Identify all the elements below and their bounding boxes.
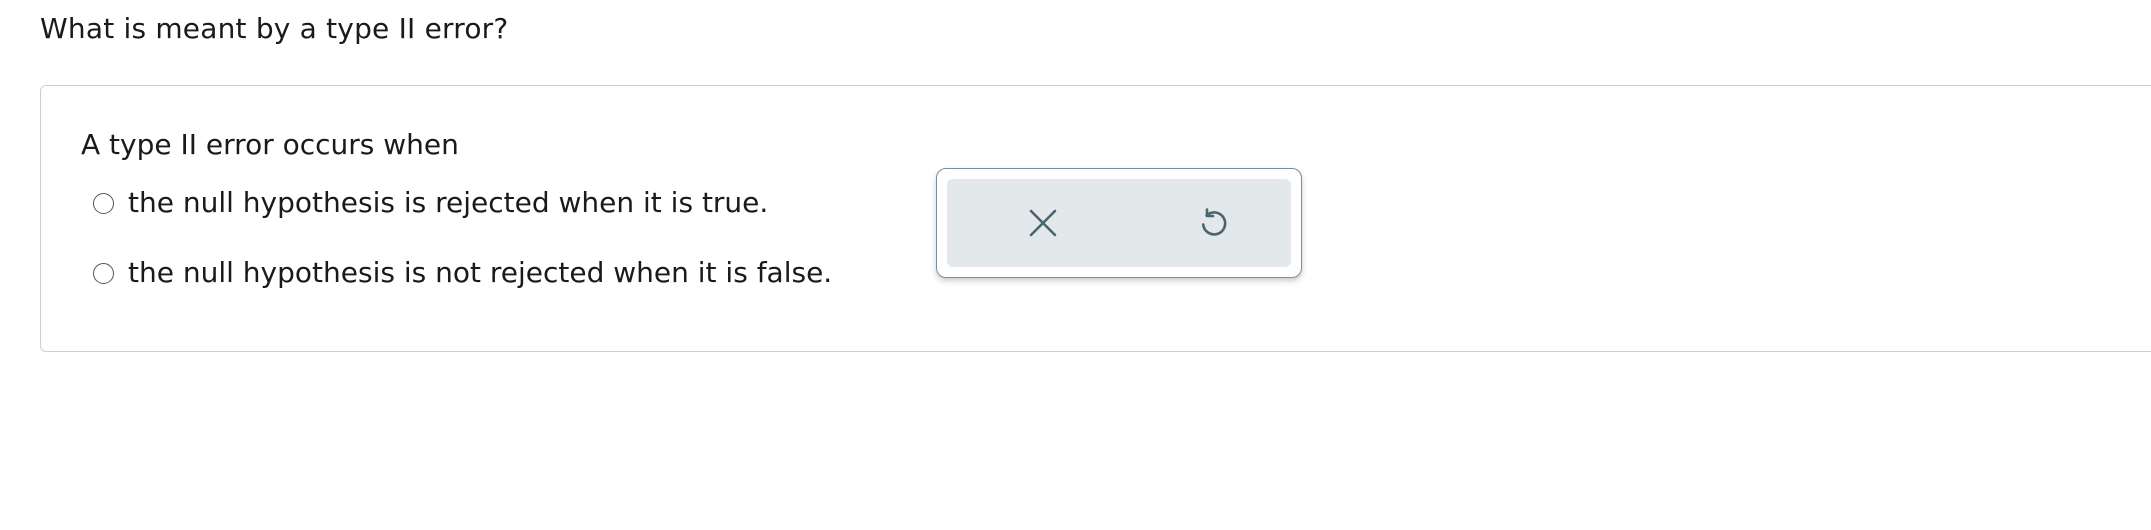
answer-option-rejected-when-true[interactable]: the null hypothesis is rejected when it … xyxy=(93,186,768,220)
close-icon xyxy=(1029,209,1057,237)
radio-button[interactable] xyxy=(93,192,114,214)
tool-popup xyxy=(936,168,1302,278)
answer-option-not-rejected-when-false[interactable]: the null hypothesis is not rejected when… xyxy=(93,256,832,290)
answer-prompt: A type II error occurs when xyxy=(81,128,459,161)
undo-button[interactable] xyxy=(1183,193,1243,253)
clear-button[interactable] xyxy=(1013,193,1073,253)
question-text: What is meant by a type II error? xyxy=(40,12,509,45)
tool-bar xyxy=(947,179,1291,267)
radio-button[interactable] xyxy=(93,262,114,284)
option-label: the null hypothesis is rejected when it … xyxy=(128,186,769,219)
undo-icon xyxy=(1201,208,1227,236)
option-label: the null hypothesis is not rejected when… xyxy=(128,256,833,289)
